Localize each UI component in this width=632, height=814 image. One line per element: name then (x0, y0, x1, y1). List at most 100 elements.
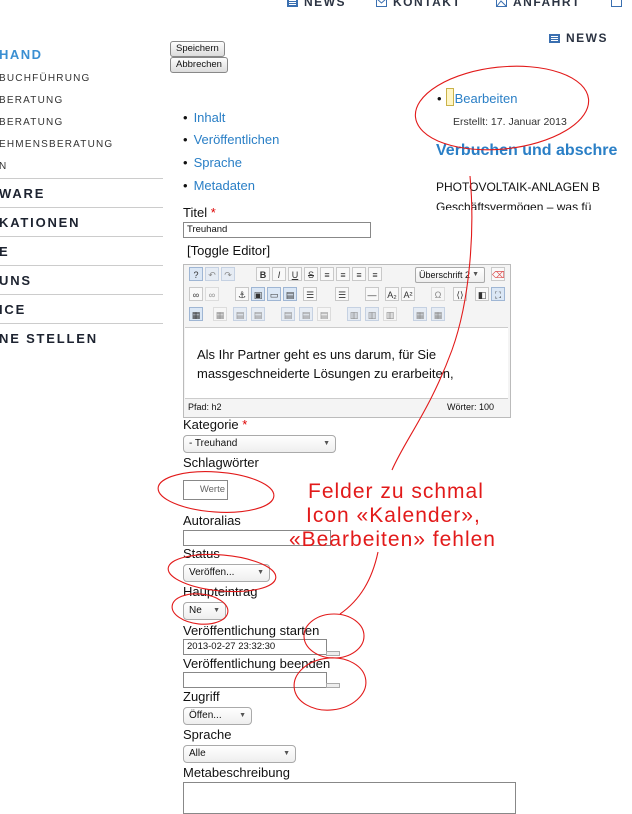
news-icon (611, 0, 622, 7)
insert-table-icon[interactable]: ▦ (189, 307, 203, 321)
sidebar-item[interactable]: UNS (0, 265, 163, 295)
bold-icon[interactable]: B (256, 267, 270, 281)
access-select-value: Öffen... (189, 710, 222, 721)
title-input[interactable]: Treuhand (183, 222, 371, 238)
sub-nav-news[interactable]: NEWS (549, 31, 608, 45)
special-char-icon[interactable]: Ω (431, 287, 445, 301)
anchor-icon[interactable]: ⚓ (235, 287, 249, 301)
edit-link-item: • Bearbeiten (437, 88, 517, 106)
review-annotation: Felder zu schmal Icon «Kalender», «Bearb… (289, 480, 496, 552)
fullscreen-icon[interactable]: ⛶ (491, 287, 505, 301)
bullet-list-icon[interactable]: ☰ (335, 287, 349, 301)
tab-inhalt[interactable]: Inhalt (183, 110, 226, 125)
nav-news[interactable]: NEWS (287, 0, 346, 9)
publish-down-input[interactable] (183, 672, 327, 688)
nav-extra[interactable] (611, 0, 628, 9)
nav-kontakt[interactable]: KONTAKT (376, 0, 461, 9)
table-icon[interactable]: ▤ (283, 287, 297, 301)
publish-up-input[interactable]: 2013-02-27 23:32:30 (183, 639, 327, 655)
editor-statusbar: Pfad: h2 Wörter: 100 (188, 402, 506, 412)
col-before-icon[interactable]: ▥ (347, 307, 361, 321)
category-label: Kategorie * (183, 417, 247, 432)
tab-sprache[interactable]: Sprache (183, 155, 242, 170)
sidebar-subitem[interactable]: BERATUNG (0, 117, 63, 128)
save-button[interactable]: Speichern (170, 41, 225, 57)
cell-props-icon[interactable]: ▤ (251, 307, 265, 321)
language-label: Sprache (183, 727, 232, 742)
sidebar-subitem[interactable]: EHMENSBERATUNG (0, 139, 113, 150)
preview-icon[interactable]: ◧ (475, 287, 489, 301)
tab-metadaten[interactable]: Metadaten (183, 178, 255, 193)
sidebar-subitem[interactable]: BUCHFÜHRUNG (0, 73, 91, 84)
align-justify-icon[interactable]: ≡ (368, 267, 382, 281)
category-select-value: - Treuhand (189, 438, 238, 449)
sidebar-item-active[interactable]: HAND (0, 47, 43, 62)
sidebar-subitem[interactable]: N (0, 161, 7, 172)
sub-nav-news-label: NEWS (566, 31, 608, 45)
row-props-icon[interactable]: ▤ (233, 307, 247, 321)
eraser-icon[interactable]: ⌫ (491, 267, 505, 281)
delete-table-icon[interactable]: ▦ (213, 307, 227, 321)
calendar-button-stub[interactable] (326, 683, 340, 688)
col-after-icon[interactable]: ▥ (365, 307, 379, 321)
annotation-line: Icon «Kalender», (306, 504, 481, 527)
superscript-icon[interactable]: A² (401, 287, 415, 301)
strikethrough-icon[interactable]: S (304, 267, 318, 281)
editor-path: Pfad: h2 (188, 402, 222, 412)
category-select[interactable]: - Treuhand ▼ (183, 435, 336, 453)
edit-link[interactable]: Bearbeiten (455, 91, 518, 106)
align-center-icon[interactable]: ≡ (336, 267, 350, 281)
chevron-down-icon: ▼ (213, 607, 220, 614)
unlink-icon[interactable]: ∞ (205, 287, 219, 301)
featured-label: Haupteintrag (183, 584, 258, 599)
language-select[interactable]: Alle ▼ (183, 745, 296, 763)
row-before-icon[interactable]: ▤ (281, 307, 295, 321)
tags-input[interactable]: Werte (183, 480, 228, 500)
delete-row-icon[interactable]: ▤ (317, 307, 331, 321)
sidebar-item[interactable]: NE STELLEN (0, 323, 163, 353)
horizontal-rule-icon[interactable]: — (365, 287, 379, 301)
underline-icon[interactable]: U (288, 267, 302, 281)
nav-anfahrt-label: ANFAHRT (513, 0, 581, 9)
delete-col-icon[interactable]: ▥ (383, 307, 397, 321)
ordered-list-icon[interactable]: ☰ (303, 287, 317, 301)
merge-cells-icon[interactable]: ▦ (431, 307, 445, 321)
sidebar-item[interactable]: WARE (0, 178, 163, 208)
toggle-editor-link[interactable]: [Toggle Editor] (187, 243, 270, 258)
sidebar-subitem[interactable]: BERATUNG (0, 95, 63, 106)
featured-select[interactable]: Ne ▼ (183, 602, 226, 620)
heading-select[interactable]: Überschrift 2 ▼ (415, 267, 485, 283)
sidebar-item[interactable]: ICE (0, 294, 163, 324)
annotation-line: «Bearbeiten» fehlen (289, 528, 496, 551)
status-select[interactable]: Veröffen... ▼ (183, 564, 270, 582)
meta-description-textarea[interactable] (183, 782, 516, 814)
rich-text-editor: ? ↶ ↷ B I U S ≡ ≡ ≡ ≡ Überschrift 2 ▼ ⌫ ∞… (183, 264, 511, 418)
row-after-icon[interactable]: ▤ (299, 307, 313, 321)
align-right-icon[interactable]: ≡ (352, 267, 366, 281)
sidebar-item[interactable]: E (0, 236, 163, 266)
nav-news-label: NEWS (304, 0, 346, 9)
access-select[interactable]: Öffen... ▼ (183, 707, 252, 725)
access-label: Zugriff (183, 689, 220, 704)
cancel-button[interactable]: Abbrechen (170, 57, 228, 73)
tab-veroeffentlichen[interactable]: Veröffentlichen (183, 132, 280, 147)
nav-anfahrt[interactable]: ANFAHRT (496, 0, 581, 9)
editor-content-area[interactable]: Als Ihr Partner geht es uns darum, für S… (185, 327, 508, 399)
sidebar-item[interactable]: KATIONEN (0, 207, 163, 237)
help-icon[interactable]: ? (189, 267, 203, 281)
split-cells-icon[interactable]: ▦ (413, 307, 427, 321)
link-icon[interactable]: ∞ (189, 287, 203, 301)
source-code-icon[interactable]: ⟨⟩ (453, 287, 467, 301)
article-title[interactable]: Verbuchen und abschre (436, 142, 617, 160)
italic-icon[interactable]: I (272, 267, 286, 281)
status-label: Status (183, 546, 220, 561)
tags-label: Schlagwörter (183, 455, 259, 470)
bullet: • (437, 91, 442, 106)
align-left-icon[interactable]: ≡ (320, 267, 334, 281)
media-icon[interactable]: ▭ (267, 287, 281, 301)
redo-icon[interactable]: ↷ (221, 267, 235, 281)
undo-icon[interactable]: ↶ (205, 267, 219, 281)
chevron-down-icon: ▼ (257, 569, 264, 576)
subscript-icon[interactable]: A₂ (385, 287, 399, 301)
image-icon[interactable]: ▣ (251, 287, 265, 301)
